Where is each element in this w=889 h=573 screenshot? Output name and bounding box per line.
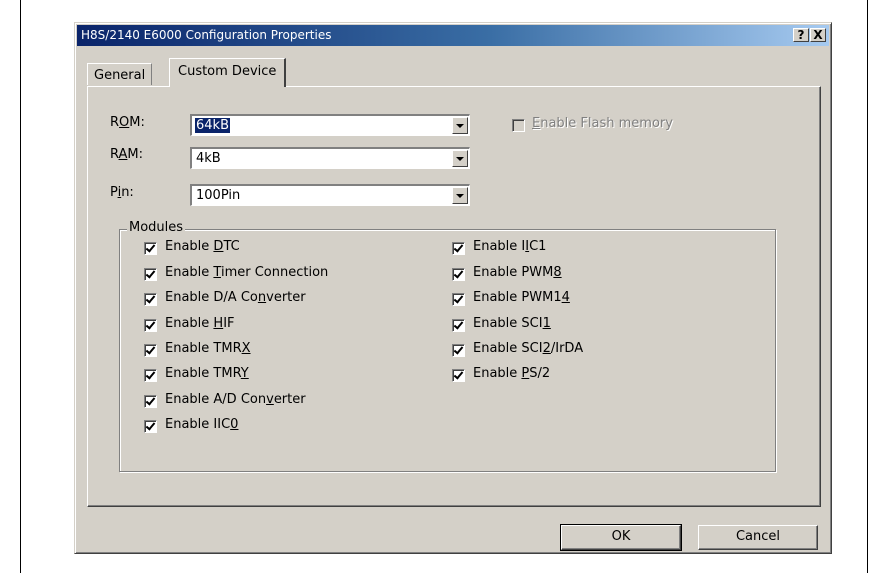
enable-sci1-label: Enable SCI1 [473,316,551,331]
enable-hif-checkbox[interactable] [144,319,157,332]
tab-custom-device[interactable]: Custom Device [169,58,287,87]
enable-dtc-label: Enable DTC [165,239,240,254]
enable-tmrx-label: Enable TMRX [165,341,251,356]
properties-dialog: H8S/2140 E6000 Configuration Properties … [74,22,832,554]
enable-flash-label: Enable Flash memory [532,116,673,131]
enable-sci1-checkbox[interactable] [452,319,465,332]
enable-iic1-checkbox[interactable] [452,242,465,255]
enable-dtc-checkbox[interactable] [144,242,157,255]
help-button[interactable]: ? [793,28,809,42]
enable-pwm14-checkbox[interactable] [452,293,465,306]
tab-general[interactable]: General [87,63,153,85]
pin-select[interactable]: 100Pin [190,184,470,206]
ram-label: RAM: [110,147,144,162]
enable-tmrx-checkbox[interactable] [144,344,157,357]
enable-ad-converter-checkbox[interactable] [144,395,157,408]
title-bar[interactable]: H8S/2140 E6000 Configuration Properties … [77,25,829,46]
enable-sci2-irda-checkbox[interactable] [452,344,465,357]
chevron-down-icon[interactable] [452,187,468,204]
enable-ps2-checkbox[interactable] [452,369,465,382]
chevron-down-icon[interactable] [452,150,468,167]
ok-button[interactable]: OK [560,524,682,551]
modules-group-label: Modules [127,220,186,235]
enable-hif-label: Enable HIF [165,316,235,331]
window-title: H8S/2140 E6000 Configuration Properties [81,28,332,42]
close-button[interactable]: X [810,28,826,42]
enable-timer-connection-label: Enable Timer Connection [165,265,329,280]
enable-da-converter-label: Enable D/A Converter [165,290,306,305]
enable-pwm8-label: Enable PWM8 [473,265,562,280]
enable-tmry-label: Enable TMRY [165,366,249,381]
page-border-right [867,0,868,573]
enable-iic1-label: Enable IIC1 [473,239,547,254]
enable-timer-connection-checkbox[interactable] [144,268,157,281]
pin-label: Pin: [110,185,134,200]
enable-tmry-checkbox[interactable] [144,369,157,382]
ram-select-value: 4kB [196,151,221,166]
enable-flash-checkbox[interactable] [512,119,525,132]
ram-select[interactable]: 4kB [190,147,470,169]
enable-iic0-checkbox[interactable] [144,420,157,433]
rom-select-value: 64kB [194,117,231,134]
pin-select-value: 100Pin [196,188,241,203]
chevron-down-icon[interactable] [452,117,468,134]
enable-sci2-irda-label: Enable SCI2/IrDA [473,341,584,356]
page-border-left [20,0,21,573]
rom-label: ROM: [110,115,145,130]
enable-iic0-label: Enable IIC0 [165,417,239,432]
enable-ad-converter-label: Enable A/D Converter [165,392,306,407]
enable-pwm8-checkbox[interactable] [452,268,465,281]
enable-ps2-label: Enable PS/2 [473,366,551,381]
enable-da-converter-checkbox[interactable] [144,293,157,306]
cancel-button[interactable]: Cancel [698,525,818,550]
enable-pwm14-label: Enable PWM14 [473,290,570,305]
rom-select[interactable]: 64kB [190,114,470,136]
